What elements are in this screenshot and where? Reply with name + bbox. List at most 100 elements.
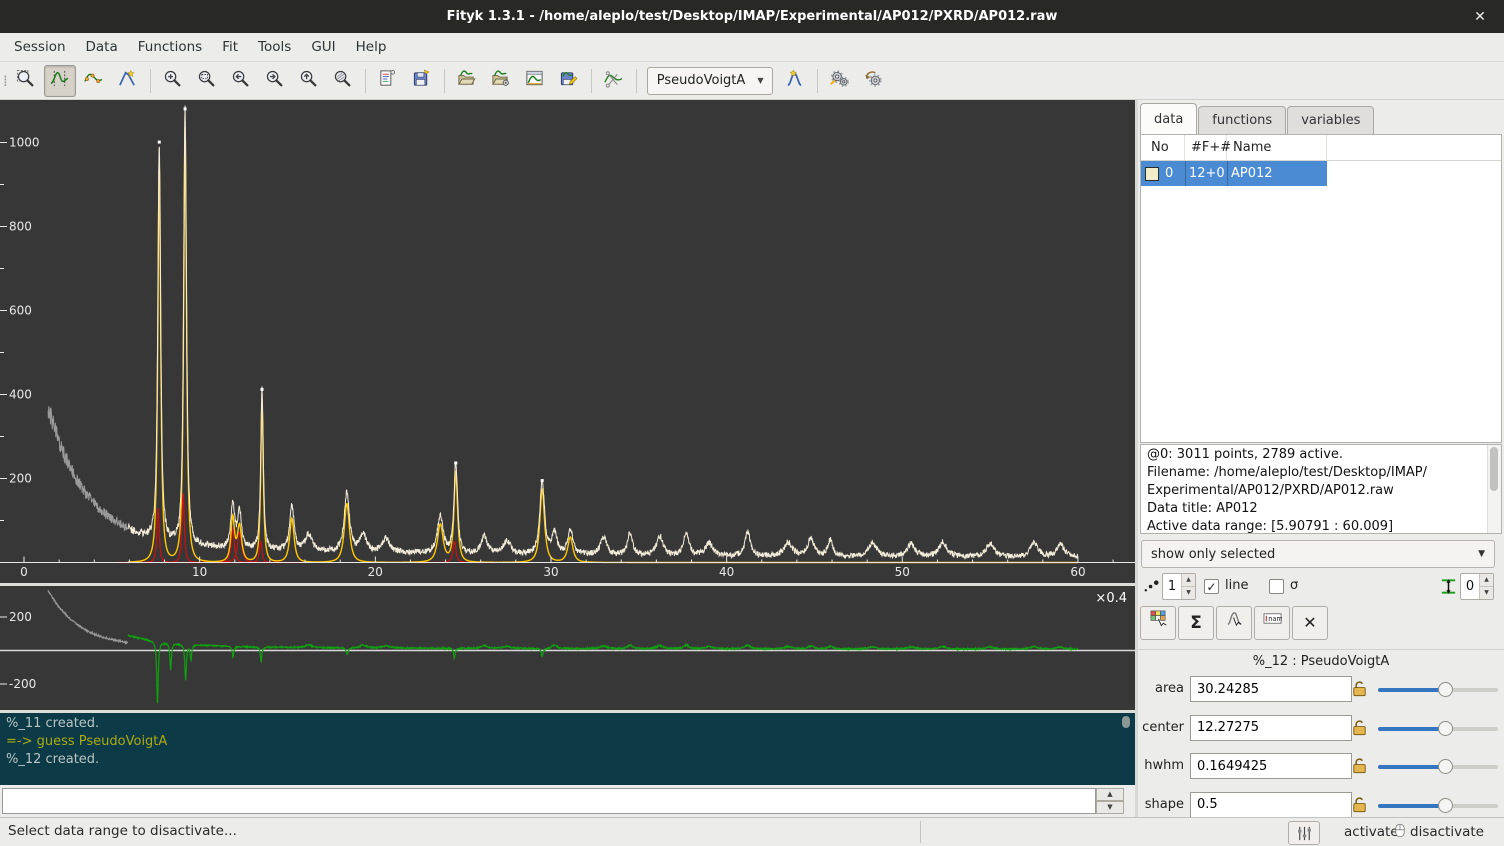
info-line: @0: 3011 points, 2789 active. xyxy=(1141,446,1501,464)
aux-scale-label: ×0.4 xyxy=(1095,591,1127,606)
lock-icon[interactable] xyxy=(1350,718,1370,738)
slider-knob[interactable] xyxy=(1438,759,1453,774)
x-tick-label: 60 xyxy=(1070,565,1085,579)
spin-down-icon[interactable]: ▼ xyxy=(1480,587,1493,599)
aux-y-tick-label: 200 xyxy=(9,610,32,624)
functions-hand-button[interactable] xyxy=(1216,606,1252,640)
mouse-config-button[interactable] xyxy=(1288,821,1320,845)
spin-up-icon[interactable]: ▲ xyxy=(1182,574,1195,587)
spin-up-icon[interactable]: ▲ xyxy=(1480,574,1493,587)
edit-data-button[interactable] xyxy=(519,65,551,97)
open-data-options-button[interactable] xyxy=(485,65,517,97)
close-icon[interactable]: ✕ xyxy=(1456,9,1504,25)
slider-fill xyxy=(1378,727,1446,731)
zoom-all-button[interactable] xyxy=(327,65,359,97)
menu-fit[interactable]: Fit xyxy=(212,34,248,60)
name-label-button[interactable]: nam xyxy=(1254,606,1290,640)
column-header-f: #F+# xyxy=(1185,135,1227,160)
zoom-left-button[interactable] xyxy=(225,65,257,97)
zoom-right-button[interactable] xyxy=(259,65,291,97)
save-session-icon xyxy=(412,69,431,92)
info-scrollbar[interactable] xyxy=(1487,445,1501,533)
param-input-area[interactable] xyxy=(1190,676,1352,702)
zoom-all-icon xyxy=(333,69,352,92)
auto-add-button[interactable] xyxy=(779,65,811,97)
show-filter-dropdown[interactable]: show only selected ▼ xyxy=(1141,540,1495,568)
add-point-icon xyxy=(84,69,103,92)
script-icon xyxy=(378,69,397,92)
zoom-box-button[interactable] xyxy=(191,65,223,97)
sigma-checkbox[interactable] xyxy=(1269,579,1284,594)
menu-data[interactable]: Data xyxy=(76,34,128,60)
save-session-button[interactable] xyxy=(406,65,438,97)
param-slider-hwhm[interactable] xyxy=(1378,757,1498,777)
auxiliary-plot[interactable]: 200-200×0.4 xyxy=(0,586,1135,710)
toolbar-grip[interactable]: ⁞ xyxy=(3,72,6,90)
lock-icon[interactable] xyxy=(1350,756,1370,776)
aux-plot-canvas[interactable]: 200-200×0.4 xyxy=(0,586,1135,710)
menu-functions[interactable]: Functions xyxy=(128,34,212,60)
command-history-up-button[interactable]: ▲ xyxy=(1096,788,1124,801)
chevron-down-icon: ▼ xyxy=(1478,549,1485,559)
tab-data[interactable]: data xyxy=(1140,103,1197,135)
draw-peak-button[interactable] xyxy=(112,65,144,97)
save-data-button[interactable] xyxy=(553,65,585,97)
log-scrollbar[interactable] xyxy=(1122,716,1130,728)
param-input-shape[interactable] xyxy=(1190,792,1352,818)
edit-data-icon xyxy=(525,69,544,92)
open-data-button[interactable] xyxy=(451,65,483,97)
tab-variables[interactable]: variables xyxy=(1287,106,1374,135)
main-plot[interactable]: 01020304050602004006008001000 xyxy=(0,100,1135,583)
shift-stepper[interactable]: 0 ▲▼ xyxy=(1460,573,1494,600)
point-size-stepper[interactable]: 1 ▲▼ xyxy=(1162,573,1196,600)
slider-knob[interactable] xyxy=(1438,721,1453,736)
script-button[interactable] xyxy=(372,65,404,97)
param-slider-area[interactable] xyxy=(1378,680,1498,700)
row-checkbox[interactable] xyxy=(1145,167,1159,181)
range-mode-button[interactable] xyxy=(44,65,76,97)
info-line: Filename: /home/aleplo/test/Desktop/IMAP… xyxy=(1141,464,1501,482)
line-checkbox[interactable]: ✓ xyxy=(1204,579,1219,594)
peak-type-selector[interactable]: PseudoVoigtA▼ xyxy=(647,67,773,95)
main-plot-canvas[interactable]: 01020304050602004006008001000 xyxy=(0,100,1135,583)
toolbar-separator xyxy=(817,69,818,93)
svg-text:nam: nam xyxy=(1268,615,1282,623)
range-mode-icon xyxy=(50,69,69,92)
sum-button[interactable]: Σ xyxy=(1178,606,1214,640)
menu-gui[interactable]: GUI xyxy=(301,34,345,60)
delete-button[interactable]: ✕ xyxy=(1292,606,1328,640)
command-input[interactable] xyxy=(2,788,1096,814)
slider-fill xyxy=(1378,688,1446,692)
add-point-button[interactable] xyxy=(78,65,110,97)
data-view-button[interactable] xyxy=(1140,606,1176,640)
zoom-vertical-button[interactable] xyxy=(293,65,325,97)
slider-knob[interactable] xyxy=(1438,682,1453,697)
window-title: Fityk 1.3.1 - /home/aleplo/test/Desktop/… xyxy=(48,9,1456,24)
param-label-hwhm: hwhm xyxy=(1138,758,1184,773)
zoom-select-button[interactable] xyxy=(10,65,42,97)
menu-session[interactable]: Session xyxy=(4,34,76,60)
slider-knob[interactable] xyxy=(1438,798,1453,813)
menu-help[interactable]: Help xyxy=(346,34,397,60)
table-row[interactable]: 0 12+0 AP012 xyxy=(1141,161,1501,186)
open-data-options-icon xyxy=(491,69,510,92)
data-point-marker xyxy=(184,107,187,110)
strip-background-button[interactable] xyxy=(598,65,630,97)
lock-icon[interactable] xyxy=(1350,795,1370,815)
line-checkbox-label: line xyxy=(1225,578,1248,593)
spin-down-icon[interactable]: ▼ xyxy=(1182,587,1195,599)
run-fit-button[interactable] xyxy=(824,65,856,97)
command-history-down-button[interactable]: ▼ xyxy=(1096,801,1124,814)
param-slider-shape[interactable] xyxy=(1378,796,1498,816)
undo-fit-button[interactable] xyxy=(858,65,890,97)
zoom-in-button[interactable] xyxy=(157,65,189,97)
menu-tools[interactable]: Tools xyxy=(248,34,301,60)
param-label-area: area xyxy=(1138,681,1184,696)
param-slider-center[interactable] xyxy=(1378,719,1498,739)
lock-icon[interactable] xyxy=(1350,679,1370,699)
zoom-vertical-icon xyxy=(299,69,318,92)
param-label-center: center xyxy=(1138,720,1184,735)
param-input-hwhm[interactable] xyxy=(1190,753,1352,779)
param-input-center[interactable] xyxy=(1190,715,1352,741)
tab-functions[interactable]: functions xyxy=(1198,106,1286,135)
